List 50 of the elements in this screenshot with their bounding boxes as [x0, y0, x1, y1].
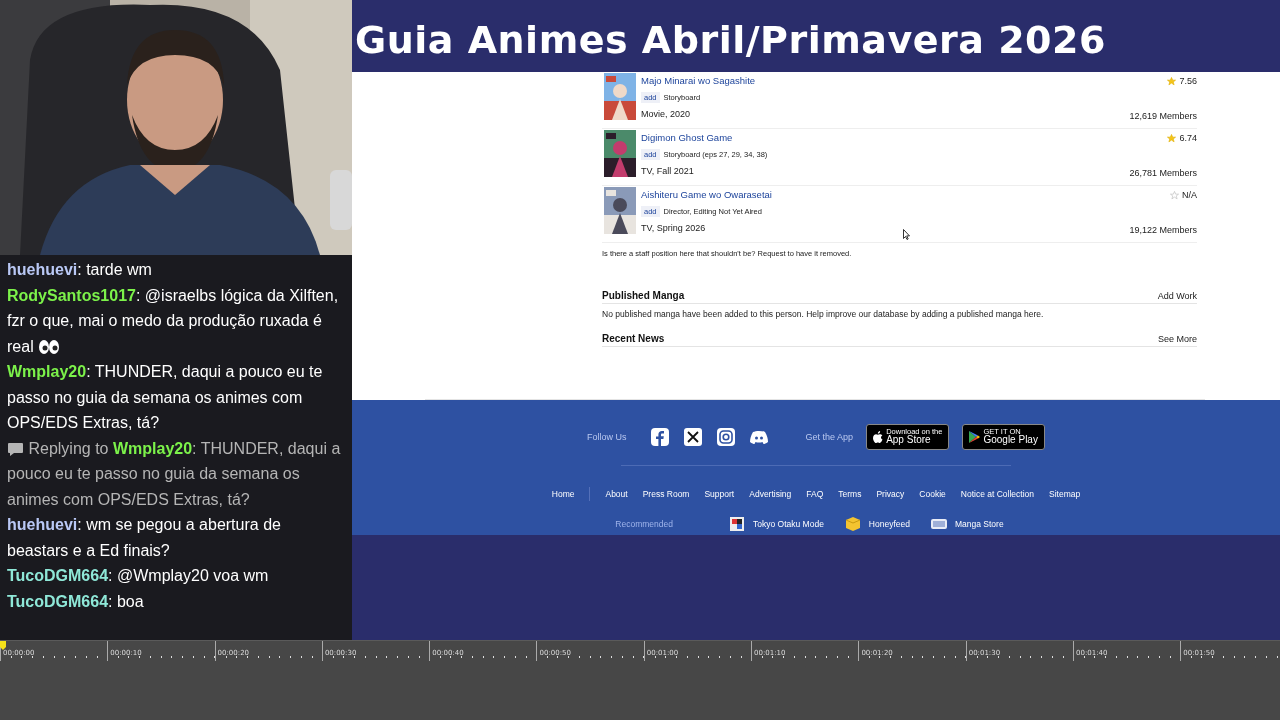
chat-message: huehuevi: tarde wm — [7, 260, 153, 280]
score: 7.56 — [1179, 75, 1197, 88]
footer-link[interactable]: Support — [704, 489, 735, 499]
work-type: TV, Spring 2026 — [641, 222, 706, 235]
footer-link[interactable]: Terms — [838, 489, 862, 499]
work-title[interactable]: Majo Minarai wo Sagashite — [641, 73, 1125, 89]
score: N/A — [1182, 189, 1197, 202]
section-link[interactable]: See More — [1157, 334, 1197, 344]
chat-message: TucoDGM664: boa — [7, 591, 145, 612]
chat-message: RodySantos1017: @israelbs lógica da Xilften, fzr o que, mai o medo da produção ruxada é real — [7, 285, 340, 357]
recommended-link[interactable]: Tokyo Otaku Mode — [753, 519, 824, 529]
footer-link[interactable]: Cookie — [919, 489, 946, 499]
recommended-label: Recommended — [615, 519, 673, 529]
facebook-icon[interactable] — [649, 426, 670, 447]
section-link[interactable]: Add Work — [1157, 291, 1197, 301]
x-logo-icon[interactable] — [682, 426, 703, 447]
chat-message: Wmplay20: THUNDER, daqui a pouco eu te passo no guia da semana os animes com OPS/EDS Extras, tá? — [7, 362, 324, 433]
mosaic-icon[interactable] — [729, 517, 745, 531]
footer-link[interactable]: Notice at Collection — [960, 489, 1035, 499]
box-icon[interactable] — [844, 517, 861, 531]
section-heading: Published Manga — [602, 290, 685, 301]
app-label: Get the App — [805, 431, 854, 442]
overlay-title: Guia Animes Abril/Primavera 2026 — [355, 18, 1106, 62]
recommended-link[interactable]: Honeyfeed — [868, 519, 910, 529]
work-title[interactable]: Digimon Ghost Game — [641, 130, 1125, 146]
camera-icon[interactable] — [715, 426, 736, 447]
work-type: TV, Fall 2021 — [641, 165, 694, 178]
section-text: No published manga have been added to this person. Help improve our database by adding a published manga here. — [602, 308, 1045, 321]
member-count: 19,122 Members — [1129, 224, 1197, 237]
work-type: Movie, 2020 — [641, 108, 691, 121]
footer-link[interactable]: Home — [551, 489, 575, 499]
member-count: 26,781 Members — [1129, 167, 1197, 180]
chat-message: huehuevi: wm se pegou a abertura de beastars e a Ed finais? — [7, 515, 282, 561]
chat-message: TucoDGM664: @Wmplay20 voa wm — [7, 566, 270, 586]
cursor-icon — [903, 229, 910, 240]
chat-reply: Replying to Wmplay20: THUNDER, daqui a pouco eu te passo no guia da semana os animes com OPS/EDS Extras, tá? — [7, 438, 342, 510]
score: 6.74 — [1179, 132, 1197, 145]
footer-link[interactable]: Privacy — [876, 489, 905, 499]
section-heading: Recent News — [602, 333, 665, 344]
footer-link[interactable]: Press Room — [642, 489, 690, 499]
footer-link[interactable]: FAQ — [806, 489, 824, 499]
eyes-icon — [38, 338, 61, 355]
footer-link[interactable]: Advertising — [749, 489, 792, 499]
follow-label: Follow Us — [587, 431, 627, 442]
footer-link[interactable]: About — [605, 489, 628, 499]
work-title[interactable]: Aishiteru Game wo Owarasetai — [641, 187, 1125, 203]
recommended-link[interactable]: Manga Store — [955, 519, 1004, 529]
member-count: 12,619 Members — [1129, 110, 1197, 123]
footer-link[interactable]: Sitemap — [1049, 489, 1081, 499]
speech-bubble-icon — [7, 441, 24, 457]
